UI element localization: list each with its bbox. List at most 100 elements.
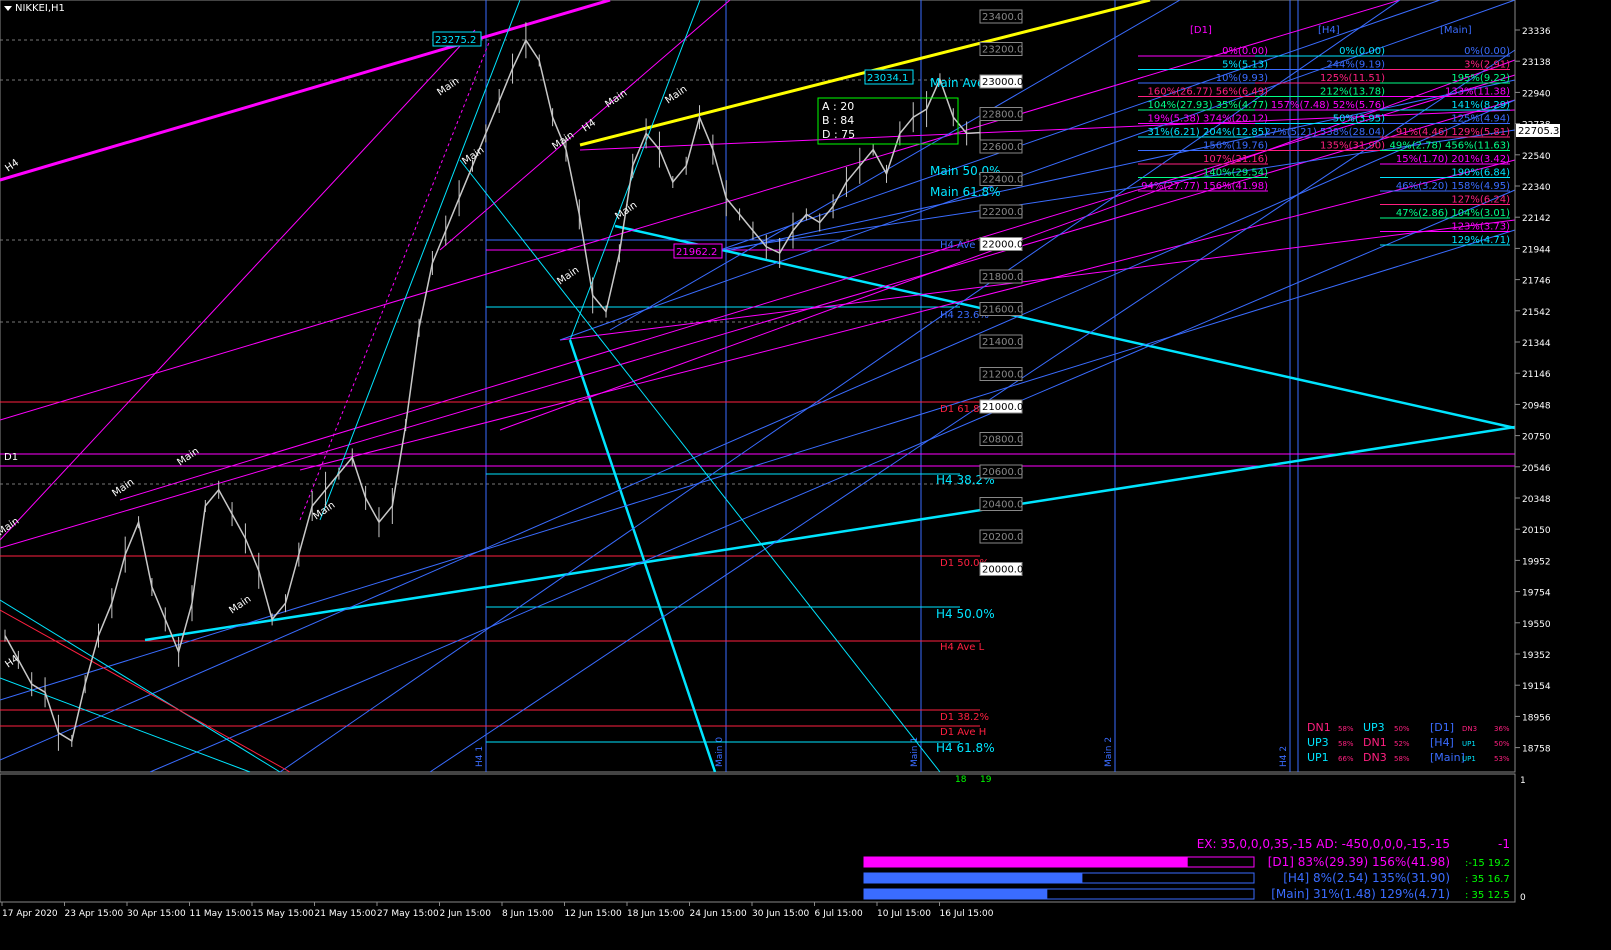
fib-value: 10%(9.93) <box>1216 73 1268 84</box>
wave-label: Main <box>555 265 581 288</box>
direction-value: DN1 <box>1363 736 1387 749</box>
direction-value: 52% <box>1394 740 1410 748</box>
level-box-label: 21600.0 <box>982 305 1023 316</box>
time-axis-label: 15 May 15:00 <box>252 909 314 919</box>
fib-value: 107%(21.16) <box>1203 154 1268 165</box>
symbol-label: NIKKEI,H1 <box>4 3 65 14</box>
direction-value: UP3 <box>1307 736 1329 749</box>
wave-label: Main <box>0 516 21 539</box>
time-axis-label: 24 Jun 15:00 <box>690 909 747 919</box>
ex-line: EX: 35,0,0,0,35,-15 AD: -450,0,0,0,-15,-… <box>1197 837 1450 851</box>
fib-value: 0%(0.00) <box>1464 46 1510 57</box>
fib-value: 125%(11.51) <box>1320 73 1385 84</box>
wave-label: Main <box>550 130 576 153</box>
level-box-label: 21400.0 <box>982 337 1023 348</box>
direction-value: 66% <box>1338 755 1354 763</box>
time-axis-label: 6 Jul 15:00 <box>815 909 864 919</box>
fib-value: 140%(29.54) <box>1203 168 1268 179</box>
fib-value: 190%(6.84) <box>1451 168 1510 179</box>
price-chart[interactable]: H4 1 Main 0 Main 1 Main 2 H4 2 A : 20B : 84D … <box>0 0 1611 950</box>
fib-value: 141%(8.29) <box>1451 100 1510 111</box>
direction-value: UP1 <box>1462 755 1476 763</box>
price-tick-label: 20348 <box>1522 495 1551 505</box>
fan-line <box>0 677 251 773</box>
price-tick-label: 19952 <box>1522 557 1551 567</box>
direction-value: [Main] <box>1430 751 1465 764</box>
fib-value: 0%(0.00) <box>1222 46 1268 57</box>
abd-d-label: D : 75 <box>822 128 855 141</box>
time-axis-label: 17 Apr 2020 <box>2 909 58 919</box>
vertical-marker-label: H4 1 <box>475 746 485 767</box>
fan-line <box>0 99 1516 761</box>
direction-value: 50% <box>1494 740 1510 748</box>
price-tick-label: 22540 <box>1522 152 1551 162</box>
price-label: 23034.1 <box>867 73 908 84</box>
fib-value: 47%(2.86) 104%(3.01) <box>1396 208 1510 219</box>
price-label: 21962.2 <box>676 247 717 258</box>
time-axis-label: 27 May 15:00 <box>377 909 439 919</box>
level-box-label: 22800.0 <box>982 110 1023 121</box>
sub-scale-top: 1 <box>1520 776 1526 786</box>
direction-value: UP1 <box>1307 751 1329 764</box>
fib-value: 104%(27.93) 35%(4.77) <box>1148 100 1269 111</box>
bar-count: 19 <box>980 775 992 785</box>
fib-value: 157%(7.48) 52%(5.76) <box>1271 100 1385 111</box>
price-tick-label: 21746 <box>1522 277 1551 287</box>
price-tick-label: 19154 <box>1522 682 1551 692</box>
price-tick-label: 20750 <box>1522 433 1551 443</box>
wave-label: Main <box>663 84 689 107</box>
level-box-label: 20200.0 <box>982 532 1023 543</box>
price-tick-label: 23336 <box>1522 27 1551 37</box>
meter-fill <box>864 889 1048 899</box>
time-axis-label: 12 Jun 15:00 <box>565 909 622 919</box>
dropdown-icon[interactable] <box>4 5 12 11</box>
price-label: 23275.2 <box>435 35 476 46</box>
time-axis-label: 23 Apr 15:00 <box>65 909 124 919</box>
wave-label: Main <box>227 594 253 617</box>
wave-label: Main <box>603 88 629 111</box>
direction-value: DN3 <box>1462 725 1477 733</box>
time-axis-label: 10 Jul 15:00 <box>877 909 931 919</box>
price-tick-label: 23138 <box>1522 58 1551 68</box>
time-axis-label: 8 Jun 15:00 <box>502 909 554 919</box>
wave-label: H4 <box>580 117 598 134</box>
level-text: D1 Ave H <box>940 727 986 738</box>
price-tick-label: 20948 <box>1522 401 1551 411</box>
level-box-label: 23400.0 <box>982 12 1023 23</box>
price-tick-label: 21944 <box>1522 245 1551 255</box>
fib-value: 27%(5.21) 538%(28.04) <box>1265 127 1386 138</box>
fib-value: 133%(11.38) <box>1445 87 1510 98</box>
price-tick-label: 22142 <box>1522 214 1551 224</box>
direction-value: 50% <box>1394 725 1410 733</box>
current-price-label: 22705.3 <box>1518 126 1559 137</box>
price-tick-label: 21344 <box>1522 339 1551 349</box>
direction-value: 58% <box>1394 755 1410 763</box>
fib-value: 212%(13.78) <box>1320 87 1385 98</box>
meter-label: [Main] 31%(1.48) 129%(4.71) <box>1271 887 1450 901</box>
price-tick-label: 20546 <box>1522 464 1551 474</box>
time-axis-label: 30 Jun 15:00 <box>752 909 809 919</box>
wave-label: H4 <box>3 157 21 174</box>
fib-value: 125%(4.94) <box>1451 114 1510 125</box>
fan-line <box>149 189 1516 773</box>
ex-right: -1 <box>1498 837 1510 851</box>
wave-label: Main <box>175 446 201 469</box>
fib-value: 244%(9.19) <box>1326 60 1385 71</box>
meter-label: [D1] 83%(29.39) 156%(41.98) <box>1268 855 1450 869</box>
direction-value: DN1 <box>1307 721 1331 734</box>
level-box-label: 20400.0 <box>982 500 1023 511</box>
meter-stat: : 35 16.7 <box>1465 874 1510 885</box>
level-text: H4 Ave L <box>940 642 985 653</box>
cyan-trendline <box>614 224 1516 430</box>
price-tick-label: 18956 <box>1522 713 1551 723</box>
fib-value: 31%(6.21) 204%(12.85) <box>1148 127 1269 138</box>
direction-value: UP3 <box>1363 721 1385 734</box>
price-tick-label: 18758 <box>1522 745 1551 755</box>
sub-scale-bottom: 0 <box>1520 893 1526 903</box>
time-axis-label: 18 Jun 15:00 <box>627 909 684 919</box>
fib-header: [Main] <box>1440 25 1472 36</box>
time-axis-label: 30 Apr 15:00 <box>127 909 186 919</box>
time-axis-label: 21 May 15:00 <box>315 909 377 919</box>
magenta-channel-line <box>299 159 1516 471</box>
wave-label: D1 <box>4 452 18 463</box>
